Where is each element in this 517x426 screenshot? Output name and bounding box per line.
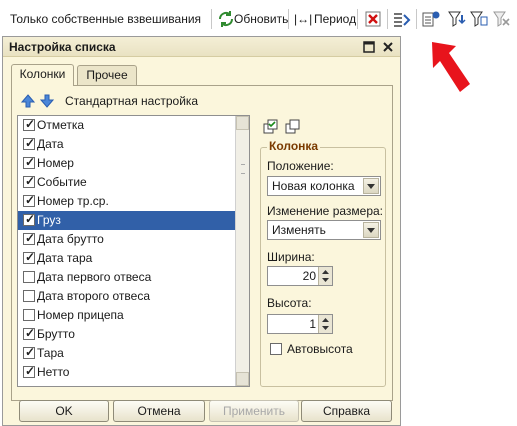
list-item[interactable]: ✓ Отметка: [18, 116, 236, 135]
column-checkbox[interactable]: [23, 290, 35, 302]
list-item[interactable]: Дата второго отвеса: [18, 287, 236, 306]
spinner-arrows-icon[interactable]: [318, 315, 332, 333]
scroll-down-button[interactable]: [236, 372, 249, 386]
column-settings-icon[interactable]: [421, 9, 441, 29]
apply-button[interactable]: Применить: [209, 400, 299, 422]
tab-columns[interactable]: Колонки: [11, 64, 74, 86]
list-scrollbar[interactable]: [235, 116, 249, 386]
filter-icon[interactable]: [469, 9, 489, 29]
list-item[interactable]: ✓ Событие: [18, 173, 236, 192]
position-select[interactable]: Новая колонка: [267, 176, 381, 196]
list-item-selected[interactable]: ✓ Груз: [18, 211, 236, 230]
check-all-icon[interactable]: [263, 119, 279, 135]
column-checkbox[interactable]: ✓: [23, 326, 35, 340]
dialog-title: Настройка списка: [9, 40, 116, 54]
list-item[interactable]: ✓ Дата: [18, 135, 236, 154]
column-checkbox[interactable]: ✓: [23, 136, 35, 150]
cancel-button[interactable]: Отмена: [113, 400, 205, 422]
scroll-up-button[interactable]: [236, 116, 249, 130]
column-checkbox[interactable]: ✓: [23, 193, 35, 207]
refresh-button[interactable]: Обновить: [234, 11, 288, 27]
tab-other[interactable]: Прочее: [77, 65, 137, 85]
move-up-icon[interactable]: [21, 94, 35, 108]
delete-icon[interactable]: [363, 9, 383, 29]
only-own-weighings-button[interactable]: Только собственные взвешивания: [10, 11, 201, 27]
filter-settings-icon[interactable]: [447, 9, 467, 29]
column-checkbox[interactable]: ✓: [23, 155, 35, 169]
column-checkbox[interactable]: [23, 271, 35, 283]
column-properties-group: Колонка Положение: Новая колонка Изменен…: [260, 139, 386, 387]
help-button[interactable]: Справка: [301, 400, 392, 422]
position-label: Положение:: [267, 159, 334, 173]
toolbar: Только собственные взвешивания Обновить …: [0, 0, 517, 38]
toolbar-separator: [211, 9, 212, 29]
scroll-thumb[interactable]: [241, 164, 245, 174]
list-settings-icon[interactable]: [392, 9, 412, 29]
column-checkbox[interactable]: ✓: [23, 174, 35, 188]
column-checkbox[interactable]: ✓: [23, 250, 35, 264]
column-checkbox[interactable]: ✓: [23, 345, 35, 359]
resize-select[interactable]: Изменять: [267, 220, 381, 240]
toolbar-separator: [387, 9, 388, 29]
list-item[interactable]: ✓ Номер: [18, 154, 236, 173]
chevron-down-icon[interactable]: [363, 222, 379, 238]
height-label: Высота:: [267, 296, 312, 310]
column-checkbox[interactable]: ✓: [23, 117, 35, 131]
uncheck-all-icon[interactable]: [285, 119, 301, 135]
width-label: Ширина:: [267, 250, 315, 264]
maximize-icon[interactable]: [361, 39, 377, 55]
clear-filter-icon[interactable]: [492, 9, 512, 29]
list-item[interactable]: ✓ Дата тара: [18, 249, 236, 268]
autoheight-label: Автовысота: [287, 342, 353, 356]
column-checkbox[interactable]: [23, 309, 35, 321]
width-spinner[interactable]: 20: [267, 266, 333, 286]
close-icon[interactable]: [380, 39, 396, 55]
period-button[interactable]: Период: [314, 11, 356, 27]
list-item[interactable]: Дата первого отвеса: [18, 268, 236, 287]
height-spinner[interactable]: 1: [267, 314, 333, 334]
autoheight-checkbox[interactable]: [270, 343, 282, 355]
refresh-icon[interactable]: [216, 9, 236, 29]
list-settings-dialog: Настройка списка Колонки Прочее Стандарт…: [2, 36, 401, 426]
spinner-arrows-icon[interactable]: [318, 267, 332, 285]
columns-list: ✓ Отметка ✓ Дата ✓ Номер ✓ Событие ✓ Номер тр…: [17, 115, 250, 387]
chevron-down-icon[interactable]: [363, 178, 379, 194]
toolbar-separator: [357, 9, 358, 29]
standard-settings-link[interactable]: Стандартная настройка: [65, 94, 198, 108]
column-checkbox[interactable]: ✓: [23, 212, 35, 226]
column-checkbox[interactable]: ✓: [23, 231, 35, 245]
list-item[interactable]: Номер прицепа: [18, 306, 236, 325]
list-item[interactable]: ✓ Дата брутто: [18, 230, 236, 249]
toolbar-separator: [416, 9, 417, 29]
dialog-titlebar: Настройка списка: [3, 37, 400, 57]
list-item[interactable]: ✓ Брутто: [18, 325, 236, 344]
column-checkbox[interactable]: ✓: [23, 364, 35, 378]
move-down-icon[interactable]: [40, 94, 54, 108]
group-title: Колонка: [267, 139, 321, 153]
list-item[interactable]: ✓ Нетто: [18, 363, 236, 382]
red-pointer-arrow: [432, 42, 470, 92]
list-item[interactable]: ✓ Тара: [18, 344, 236, 363]
period-icon: |↔|: [294, 12, 313, 26]
list-item[interactable]: ✓ Номер тр.ср.: [18, 192, 236, 211]
toolbar-separator: [288, 9, 289, 29]
resize-label: Изменение размера:: [267, 204, 384, 218]
ok-button[interactable]: OK: [19, 400, 109, 422]
